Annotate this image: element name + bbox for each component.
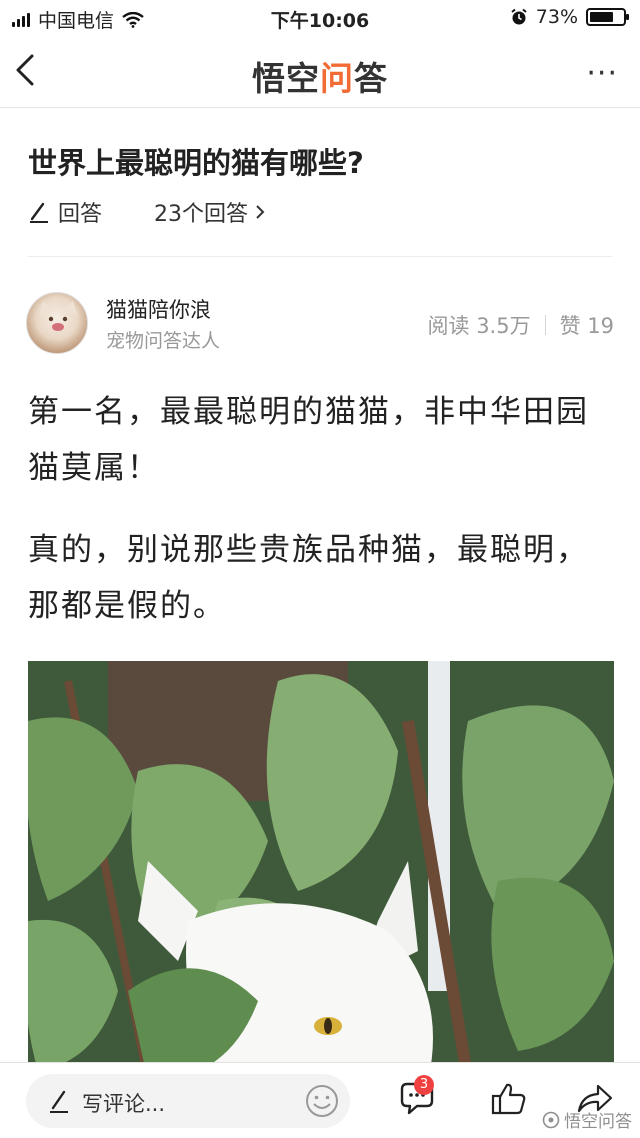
like-button[interactable] [490, 1081, 528, 1121]
answer-count-link[interactable]: 23个回答 [154, 196, 266, 228]
bottom-bar: 写评论... 3 悟空问答 [0, 1062, 640, 1138]
comment-count-badge: 3 [414, 1075, 434, 1095]
watermark: 悟空问答 [542, 1107, 632, 1132]
cat-in-leaves-image [28, 661, 614, 1081]
chevron-right-icon [256, 205, 265, 219]
status-bar: 中国电信 下午10:06 73% [0, 0, 640, 36]
emoji-icon[interactable] [304, 1083, 340, 1119]
logo-end: 答 [354, 59, 388, 98]
author-row: 猫猫陪你浪 宠物问答达人 阅读 3.5万 赞 19 [26, 292, 614, 354]
like-count: 赞 19 [559, 314, 614, 338]
stats-separator [544, 315, 546, 335]
divider [28, 256, 612, 257]
more-button[interactable]: ··· [586, 56, 618, 91]
pencil-icon [50, 1090, 68, 1113]
battery-fill [590, 12, 614, 22]
pencil-icon [30, 202, 48, 223]
app-logo: 悟空问答 [0, 52, 640, 100]
logo-accent: 问 [320, 59, 354, 98]
alarm-icon [511, 8, 527, 25]
question-title[interactable]: 世界上最聪明的猫有哪些? [28, 140, 364, 182]
answer-paragraph: 真的，别说那些贵族品种猫，最聪明，那都是假的。 [28, 532, 589, 624]
nav-bar: 悟空问答 ··· [0, 36, 640, 108]
more-icon: ··· [586, 56, 618, 91]
answer-stats: 阅读 3.5万 赞 19 [428, 310, 614, 340]
author-name[interactable]: 猫猫陪你浪 [106, 294, 211, 324]
watermark-text: 悟空问答 [564, 1112, 632, 1132]
read-count: 阅读 3.5万 [427, 314, 531, 338]
answer-count: 23个回答 [154, 202, 249, 227]
answer-photo[interactable] [28, 661, 614, 1081]
comment-button[interactable]: 3 [398, 1075, 436, 1121]
comment-placeholder: 写评论... [82, 1092, 166, 1116]
logo-main: 悟空 [252, 59, 320, 98]
watermark-logo-icon [542, 1111, 560, 1128]
answer-paragraph: 第一名，最最聪明的猫猫，非中华田园猫莫属！ [28, 394, 589, 486]
comment-input[interactable]: 写评论... [26, 1074, 350, 1128]
battery-icon [586, 8, 629, 26]
answer-label: 回答 [58, 202, 103, 227]
status-right: 73% [510, 6, 629, 28]
thumbs-up-icon [491, 1083, 526, 1115]
author-title: 宠物问答达人 [106, 330, 221, 352]
answer-button[interactable]: 回答 [28, 196, 102, 228]
avatar[interactable] [26, 292, 88, 354]
battery-percent: 73% [535, 6, 578, 28]
question-actions: 回答 23个回答 [28, 196, 266, 228]
cat-avatar-icon [39, 301, 77, 331]
